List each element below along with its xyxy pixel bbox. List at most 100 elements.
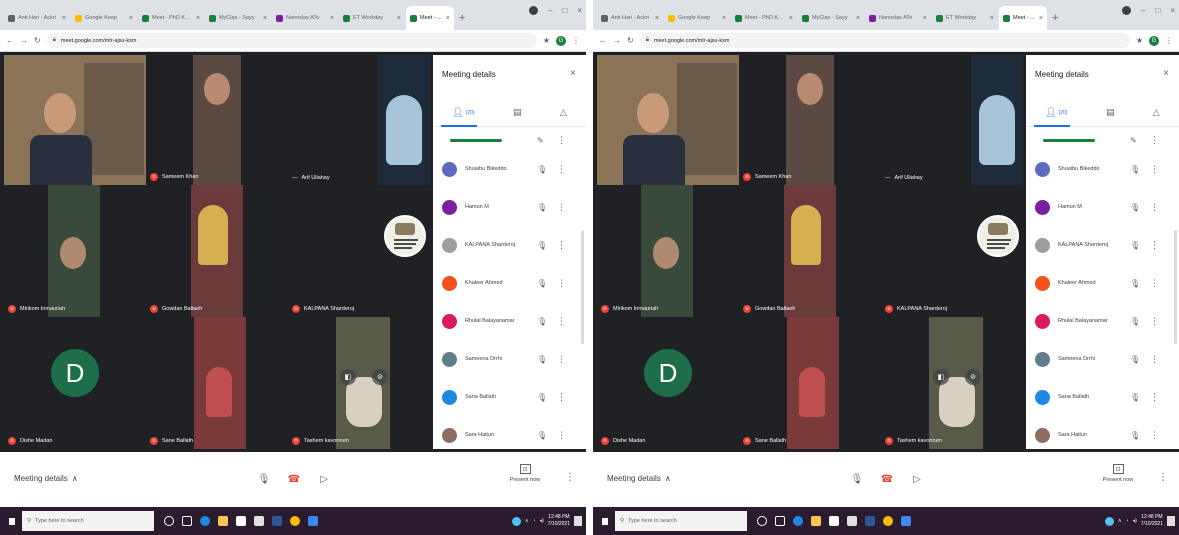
menu-icon[interactable]: ⋮: [1165, 36, 1173, 45]
list-item[interactable]: Hamun M 🎙︎ ⋮: [1026, 188, 1179, 226]
notifications-icon[interactable]: [574, 516, 582, 526]
notifications-icon[interactable]: [1167, 516, 1175, 526]
url-field[interactable]: 🔒︎ meet.google.com/mtr-ajsu-ksm: [46, 33, 537, 48]
tab-close-icon[interactable]: ×: [397, 15, 401, 22]
mail-icon[interactable]: [847, 516, 857, 526]
explorer-icon[interactable]: [218, 516, 228, 526]
list-item[interactable]: Shuaibu Bikeddo 🎙︎ ⋮: [433, 150, 586, 188]
tab-close-icon[interactable]: ×: [722, 15, 726, 22]
camera-button[interactable]: ▷: [316, 471, 332, 487]
more-options-icon[interactable]: ⋮: [557, 392, 566, 403]
mic-off-icon[interactable]: 🎙︎: [1130, 393, 1140, 402]
microphone-button[interactable]: 🎙︎: [256, 471, 272, 487]
more-options-icon[interactable]: ⋮: [557, 240, 566, 251]
mic-icon[interactable]: ✎: [537, 136, 544, 145]
close-panel-button[interactable]: ×: [1163, 68, 1169, 79]
camera-button[interactable]: ▷: [909, 471, 925, 487]
mic-off-icon[interactable]: 🎙︎: [537, 203, 547, 212]
list-item[interactable]: Khaleer Ahmed 🎙︎ ⋮: [433, 264, 586, 302]
mic-icon[interactable]: ✎: [1130, 136, 1137, 145]
leave-call-button[interactable]: ☎︎: [879, 471, 895, 487]
edge-tray-icon[interactable]: [511, 516, 521, 526]
new-tab-button[interactable]: +: [1048, 12, 1064, 30]
browser-tab[interactable]: Nanoslas ATo ×: [272, 6, 338, 30]
browser-tab[interactable]: Meet - PhD Kore ×: [731, 6, 797, 30]
reload-icon[interactable]: ↻: [627, 36, 634, 45]
reload-icon[interactable]: ↻: [34, 36, 41, 45]
list-item[interactable]: Hamun M 🎙︎ ⋮: [433, 188, 586, 226]
account-icon[interactable]: [1122, 6, 1132, 15]
cortana-icon[interactable]: [164, 516, 174, 526]
list-item[interactable]: Sana Ballath 🎙︎ ⋮: [1026, 378, 1179, 416]
list-item[interactable]: Rhulal Balayanamar 🎙︎ ⋮: [433, 302, 586, 340]
mic-off-icon[interactable]: 🎙︎: [537, 431, 547, 440]
clock[interactable]: 12:48 PM 7/10/2021: [1141, 514, 1163, 528]
browser-tab[interactable]: Anti Hari - Ackri ×: [4, 6, 70, 30]
list-item[interactable]: Sameena Drrhi 🎙︎ ⋮: [433, 340, 586, 378]
tab-close-icon[interactable]: ×: [789, 15, 793, 22]
pin-icon[interactable]: ◧: [340, 369, 356, 385]
list-item[interactable]: Sameena Drrhi 🎙︎ ⋮: [1026, 340, 1179, 378]
present-now-button[interactable]: ⊡ Present now: [505, 464, 545, 483]
video-tile[interactable]: ⦸ Sameem Khan: [739, 55, 881, 185]
store-icon[interactable]: [829, 516, 839, 526]
mic-off-icon[interactable]: 🎙︎: [537, 165, 547, 174]
list-item[interactable]: KALPANA Sharderoj 🎙︎ ⋮: [1026, 226, 1179, 264]
mic-off-icon[interactable]: 🎙︎: [537, 279, 547, 288]
tab-chat[interactable]: ▤: [513, 107, 522, 118]
list-item[interactable]: Shuaibu Bikeddo 🎙︎ ⋮: [1026, 150, 1179, 188]
forward-icon[interactable]: →: [613, 36, 621, 45]
browser-tab[interactable]: Google Keep ×: [664, 6, 730, 30]
panel-scrollbar[interactable]: [581, 230, 584, 344]
word-icon[interactable]: [272, 516, 282, 526]
volume-icon[interactable]: ◂): [540, 518, 544, 524]
mic-off-icon[interactable]: 🎙︎: [537, 355, 547, 364]
mic-off-icon[interactable]: 🎙︎: [537, 393, 547, 402]
more-options-icon[interactable]: ⋮: [557, 430, 566, 441]
browser-tab[interactable]: Google Keep ×: [71, 6, 137, 30]
close-window-button[interactable]: ×: [1170, 6, 1175, 15]
maximize-button[interactable]: □: [1155, 6, 1160, 15]
edge-icon[interactable]: [793, 516, 803, 526]
mic-off-icon[interactable]: 🎙︎: [1130, 241, 1140, 250]
tab-close-icon[interactable]: ×: [263, 15, 267, 22]
browser-tab-active[interactable]: Meet - dok×: [999, 6, 1047, 30]
app-icon[interactable]: [308, 516, 318, 526]
video-tile[interactable]: D ⦸ Dishe Madan: [597, 317, 739, 449]
meeting-details-button[interactable]: Meeting details ∧: [14, 474, 78, 483]
more-options-icon[interactable]: ⋮: [1150, 354, 1159, 365]
tab-close-icon[interactable]: ×: [196, 15, 200, 22]
edge-icon[interactable]: [200, 516, 210, 526]
list-item[interactable]: Sana Ballath 🎙︎ ⋮: [433, 378, 586, 416]
more-options-icon[interactable]: ⋮: [557, 316, 566, 327]
taskbar-search[interactable]: ⚲ Type here to search: [22, 511, 154, 531]
video-tile[interactable]: ⦸ Mirikom Inmauriah: [4, 185, 146, 317]
video-tile[interactable]: ◧ ⊘ ⦸ Tashem kavonrum: [288, 317, 430, 449]
tab-people[interactable]: 👤︎ (20): [1045, 107, 1067, 118]
video-tile[interactable]: — Arif Uliahay: [288, 55, 430, 185]
mute-participant-icon[interactable]: ⊘: [965, 369, 981, 385]
more-options-icon[interactable]: ⋮: [1150, 316, 1159, 327]
mic-off-icon[interactable]: 🎙︎: [1130, 355, 1140, 364]
start-button[interactable]: [0, 507, 22, 535]
more-options-icon[interactable]: ⋮: [557, 354, 566, 365]
pin-icon[interactable]: ◧: [933, 369, 949, 385]
tab-people[interactable]: 👤︎ (20): [452, 107, 474, 118]
mail-icon[interactable]: [254, 516, 264, 526]
close-window-button[interactable]: ×: [577, 6, 582, 15]
menu-icon[interactable]: ⋮: [572, 36, 580, 45]
close-panel-button[interactable]: ×: [570, 68, 576, 79]
list-item[interactable]: Sara Haitun 🎙︎ ⋮: [433, 416, 586, 454]
extensions-icon[interactable]: ★: [543, 36, 550, 45]
video-tile[interactable]: ⦸ Sameem Khan: [146, 55, 288, 185]
panel-scrollbar[interactable]: [1174, 230, 1177, 344]
back-icon[interactable]: ←: [599, 36, 607, 45]
browser-tab-active[interactable]: Meet - dok×: [406, 6, 454, 30]
profile-avatar[interactable]: G: [1149, 35, 1159, 46]
store-icon[interactable]: [236, 516, 246, 526]
more-options-icon[interactable]: ⋮: [557, 164, 566, 175]
tray-chevron-icon[interactable]: ∧: [1118, 518, 1122, 524]
more-options-icon[interactable]: ⋮: [557, 202, 566, 213]
tab-close-icon[interactable]: ×: [655, 15, 659, 22]
edge-tray-icon[interactable]: [1104, 516, 1114, 526]
